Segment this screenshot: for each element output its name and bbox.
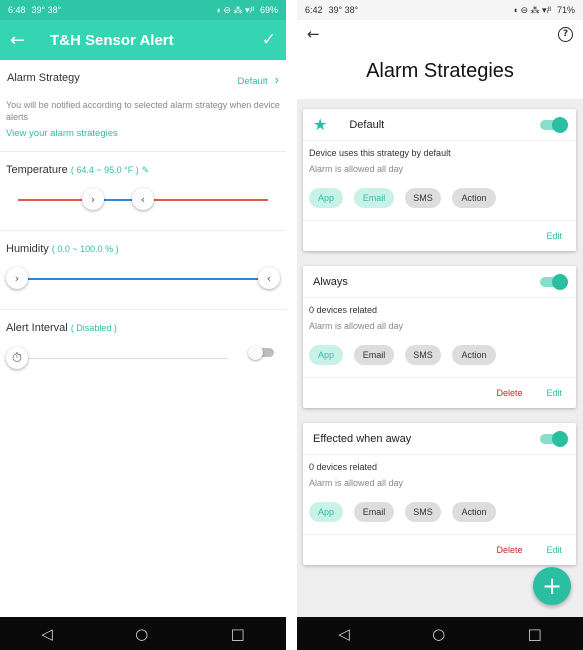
temperature-label: Temperature: [6, 164, 68, 176]
strategy-card-actions: Delete Edit: [303, 534, 576, 565]
chevron-right-icon: ›: [274, 72, 279, 87]
strategy-devices: Device uses this strategy by default: [309, 148, 451, 158]
humidity-label: Humidity: [6, 243, 49, 255]
channel-chip-email[interactable]: Email: [354, 188, 394, 208]
temperature-low-handle[interactable]: ›: [82, 188, 104, 210]
channel-chips: App Email SMS Action: [309, 174, 570, 220]
strategy-name: Default: [349, 118, 385, 131]
humidity-range: ( 0.0 ~ 100.0 % ): [51, 244, 119, 254]
status-bar: 6:48 39° 38° ◖ ⊖ ⁂ ▾ᵢᴵᴵ 69%: [0, 0, 286, 20]
alarm-strategy-label: Alarm Strategy: [7, 72, 80, 84]
nav-recents-icon[interactable]: □: [231, 625, 245, 643]
back-arrow-icon[interactable]: ←: [307, 25, 320, 43]
status-temperature: 39° 38°: [328, 5, 359, 15]
alarm-strategy-selected: Default: [237, 76, 268, 87]
channel-chip-email[interactable]: Email: [354, 345, 394, 365]
alert-interval-label: Alert Interval: [6, 322, 68, 334]
strategy-card: Always 0 devices related Alarm is allowed …: [303, 266, 576, 408]
status-icons: ◖ ⊖ ⁂ ▾ᵢᴵᴵ: [512, 4, 551, 15]
system-nav-bar: ◁ ○ □: [297, 617, 583, 650]
status-time: 6:42: [305, 5, 323, 15]
view-strategies-link[interactable]: View your alarm strategies: [0, 123, 286, 151]
status-temperature: 39° 38°: [31, 5, 62, 15]
status-icons: ◖ ⊖ ⁂ ▾ᵢᴵᴵ: [215, 4, 254, 15]
strategy-schedule: Alarm is allowed all day: [309, 164, 404, 174]
strategy-card-actions: Delete Edit: [303, 377, 576, 408]
delete-button[interactable]: Delete: [496, 388, 522, 398]
channel-chip-app[interactable]: App: [309, 345, 343, 365]
temperature-section: Temperature ( 64.4 ~ 95.0 °F ) ✎: [0, 152, 286, 176]
temperature-high-handle[interactable]: ‹: [132, 188, 154, 210]
status-bar: 6:42 39° 38° ◖ ⊖ ⁂ ▾ᵢᴵᴵ 71%: [297, 0, 583, 20]
edit-button[interactable]: Edit: [546, 231, 562, 241]
page-title: Alarm Strategies: [297, 48, 583, 99]
alert-interval-section: Alert Interval ( Disabled ): [0, 310, 286, 334]
alarm-strategy-value[interactable]: Default ›: [237, 72, 279, 87]
strategy-card-header: Always: [303, 266, 576, 298]
strategy-description: You will be notified according to select…: [6, 100, 280, 122]
nav-home-icon[interactable]: ○: [135, 625, 148, 643]
right-screen: 6:42 39° 38° ◖ ⊖ ⁂ ▾ᵢᴵᴵ 71% ← ? Alarm St…: [297, 0, 583, 650]
left-screen: 6:48 39° 38° ◖ ⊖ ⁂ ▾ᵢᴵᴵ 69% ← T&H Sensor…: [0, 0, 286, 650]
channel-chip-email[interactable]: Email: [354, 502, 394, 522]
interval-track: [28, 358, 228, 359]
humidity-high-handle[interactable]: ‹: [258, 267, 280, 289]
strategy-card-actions: Edit: [303, 220, 576, 251]
strategy-name: Effected when away: [313, 432, 412, 445]
channel-chip-action[interactable]: Action: [452, 345, 496, 365]
channel-chips: App Email SMS Action: [309, 488, 570, 534]
alert-interval-toggle[interactable]: [248, 345, 274, 360]
star-icon: ★: [313, 115, 328, 134]
strategy-schedule: Alarm is allowed all day: [309, 478, 404, 488]
stopwatch-icon[interactable]: ⏱: [6, 347, 28, 369]
channel-chip-app[interactable]: App: [309, 502, 343, 522]
temperature-range: ( 64.4 ~ 95.0 °F ): [70, 165, 139, 175]
nav-recents-icon[interactable]: □: [528, 625, 542, 643]
add-strategy-button[interactable]: +: [533, 567, 571, 605]
humidity-section: Humidity ( 0.0 ~ 100.0 % ): [0, 231, 286, 255]
app-bar: ← ?: [297, 20, 583, 48]
humidity-low-handle[interactable]: ›: [6, 267, 28, 289]
channel-chips: App Email SMS Action: [309, 331, 570, 377]
battery-level: 69%: [259, 5, 278, 15]
edit-pencil-icon[interactable]: ✎: [142, 165, 150, 175]
channel-chip-action[interactable]: Action: [452, 188, 496, 208]
strategy-card: ★ Default Device uses this strategy by def…: [303, 109, 576, 251]
app-bar: ← T&H Sensor Alert ✓: [0, 20, 286, 60]
confirm-check-icon[interactable]: ✓: [262, 30, 276, 50]
channel-chip-action[interactable]: Action: [452, 502, 496, 522]
temperature-slider[interactable]: › ‹: [18, 188, 268, 212]
edit-button[interactable]: Edit: [546, 545, 562, 555]
strategy-card-header: Effected when away: [303, 423, 576, 455]
channel-chip-sms[interactable]: SMS: [405, 502, 441, 522]
channel-chip-sms[interactable]: SMS: [405, 188, 441, 208]
alert-interval-row: ⏱: [6, 345, 278, 376]
alert-interval-status: ( Disabled ): [70, 323, 117, 333]
page-title: T&H Sensor Alert: [50, 31, 174, 49]
strategy-devices: 0 devices related: [309, 462, 378, 472]
strategy-card-header: ★ Default: [303, 109, 576, 141]
alarm-strategy-row[interactable]: Alarm Strategy Default ›: [0, 60, 286, 87]
nav-back-icon[interactable]: ◁: [41, 625, 53, 643]
battery-level: 71%: [556, 5, 575, 15]
channel-chip-sms[interactable]: SMS: [405, 345, 441, 365]
humidity-slider[interactable]: › ‹: [6, 267, 280, 291]
nav-home-icon[interactable]: ○: [432, 625, 445, 643]
channel-chip-app[interactable]: App: [309, 188, 343, 208]
strategy-name: Always: [313, 275, 348, 288]
system-nav-bar: ◁ ○ □: [0, 617, 286, 650]
help-icon[interactable]: ?: [558, 26, 573, 42]
back-arrow-icon[interactable]: ←: [10, 30, 40, 51]
delete-button[interactable]: Delete: [496, 545, 522, 555]
nav-back-icon[interactable]: ◁: [338, 625, 350, 643]
strategy-toggle[interactable]: [540, 273, 568, 290]
status-time: 6:48: [8, 5, 26, 15]
strategy-card: Effected when away 0 devices related Alarm…: [303, 423, 576, 565]
strategy-devices: 0 devices related: [309, 305, 378, 315]
strategy-toggle[interactable]: [540, 430, 568, 447]
strategy-toggle[interactable]: [540, 116, 568, 133]
strategy-schedule: Alarm is allowed all day: [309, 321, 404, 331]
edit-button[interactable]: Edit: [546, 388, 562, 398]
